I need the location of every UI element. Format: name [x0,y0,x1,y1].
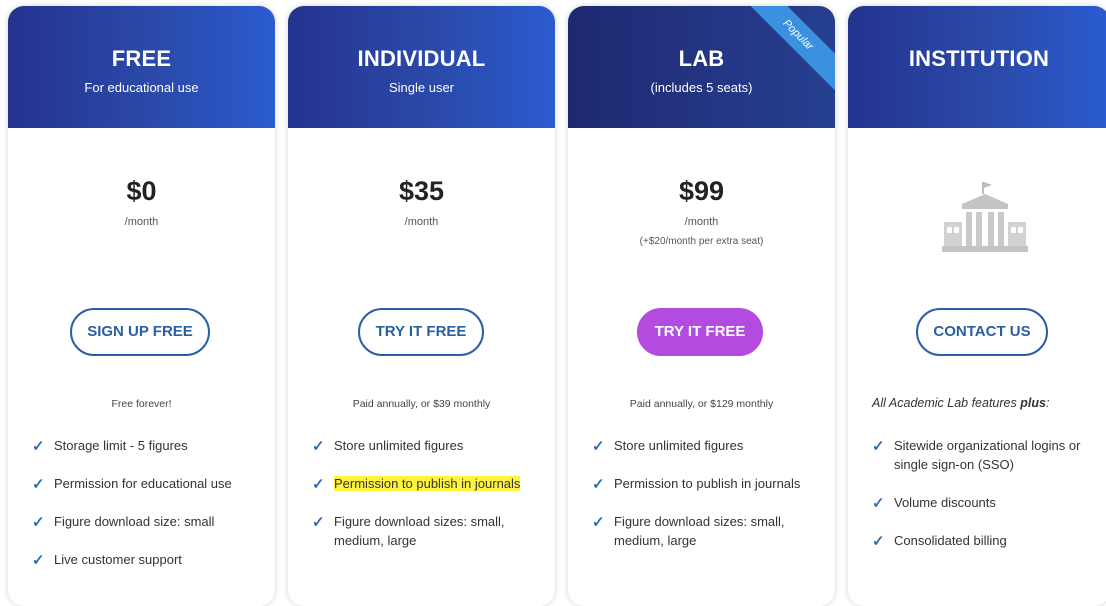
checkmark-icon: ✓ [32,514,45,531]
feature-item: ✓ Figure download size: small [32,512,267,531]
feature-text: Permission to publish in journals [614,476,801,491]
plan-card-institution: INSTITUTION CONTACT US All Academic Lab … [848,6,1106,606]
plan-period: /month [404,216,439,228]
plan-period: /month [124,216,159,228]
checkmark-icon: ✓ [312,514,325,531]
plan-billing-note: Paid annually, or $39 monthly [352,398,491,410]
feature-item: ✓ Store unlimited figures [592,436,827,455]
checkmark-icon: ✓ [32,476,45,493]
feature-item: ✓ Permission to publish in journals [592,474,827,493]
building-icon [942,182,1028,252]
plan-subtitle: (includes 5 seats) [650,80,753,95]
feature-text: Store unlimited figures [614,438,744,453]
plan-header-individual: INDIVIDUAL Single user [288,6,555,128]
feature-item: ✓ Permission for educational use [32,474,267,493]
feature-text: Live customer support [54,552,182,567]
checkmark-icon: ✓ [312,476,325,493]
plan-billing-note: Free forever! [111,398,172,410]
plan-billing-note: Paid annually, or $129 monthly [629,398,774,410]
try-it-free-button-lab[interactable]: TRY IT FREE [637,308,763,356]
feature-item: ✓ Live customer support [32,550,267,569]
feature-item: ✓ Figure download sizes: small, medium, l… [312,512,547,550]
feature-text-highlighted: Permission to publish in journals [334,476,521,491]
note-suffix: : [1045,396,1050,410]
try-it-free-button-individual[interactable]: TRY IT FREE [358,308,484,356]
plan-price: $35 [398,176,445,206]
checkmark-icon: ✓ [872,495,885,512]
feature-item: ✓ Permission to publish in journals [312,474,547,493]
feature-list: ✓ Store unlimited figures ✓ Permission to … [592,436,827,569]
feature-list: ✓ Sitewide organizational logins or singl… [872,436,1102,569]
checkmark-icon: ✓ [32,438,45,455]
checkmark-icon: ✓ [592,476,605,493]
feature-item: ✓ Consolidated billing [872,531,1102,550]
feature-text: Figure download sizes: small, medium, la… [614,514,785,548]
plan-header-lab: Popular LAB (includes 5 seats) [568,6,835,128]
plan-subtitle: Single user [388,80,455,95]
checkmark-icon: ✓ [872,438,885,455]
feature-text: Figure download sizes: small, medium, la… [334,514,505,548]
plan-title: FREE [111,46,172,71]
feature-text: Sitewide organizational logins or single… [894,438,1081,472]
feature-text: Volume discounts [894,495,996,510]
checkmark-icon: ✓ [872,533,885,550]
checkmark-icon: ✓ [592,514,605,531]
feature-item: ✓ Store unlimited figures [312,436,547,455]
plan-title: LAB [678,46,725,71]
plan-extra-seat-price: (+$20/month per extra seat) [639,236,764,247]
plan-title: INSTITUTION [908,46,1050,71]
contact-us-button[interactable]: CONTACT US [916,308,1048,356]
feature-text: Consolidated billing [894,533,1007,548]
checkmark-icon: ✓ [32,552,45,569]
plan-card-individual: INDIVIDUAL Single user $35 /month TRY IT… [288,6,555,606]
feature-text: Store unlimited figures [334,438,464,453]
note-bold: plus [1020,396,1046,410]
plan-price: $99 [678,176,725,206]
feature-list: ✓ Storage limit - 5 figures ✓ Permission f… [32,436,267,588]
plan-card-free: FREE For educational use $0 /month SIGN … [8,6,275,606]
plan-header-free: FREE For educational use [8,6,275,128]
feature-text: Permission for educational use [54,476,232,491]
feature-text: Storage limit - 5 figures [54,438,188,453]
plan-header-institution: INSTITUTION [848,6,1106,128]
checkmark-icon: ✓ [592,438,605,455]
note-prefix: All Academic Lab features [872,396,1021,410]
plan-title: INDIVIDUAL [357,46,486,71]
feature-list: ✓ Store unlimited figures ✓ Permission to … [312,436,547,569]
checkmark-icon: ✓ [312,438,325,455]
plan-subtitle: For educational use [84,80,199,95]
plan-price: $0 [126,176,157,206]
sign-up-free-button[interactable]: SIGN UP FREE [70,308,210,356]
plan-billing-note: All Academic Lab features plus: [872,396,1049,410]
feature-item: ✓ Sitewide organizational logins or singl… [872,436,1102,474]
feature-item: ✓ Figure download sizes: small, medium, l… [592,512,827,550]
feature-item: ✓ Storage limit - 5 figures [32,436,267,455]
feature-item: ✓ Volume discounts [872,493,1102,512]
plan-period: /month [684,216,719,228]
plan-card-lab: Popular LAB (includes 5 seats) $99 /mont… [568,6,835,606]
feature-text: Figure download size: small [54,514,215,529]
